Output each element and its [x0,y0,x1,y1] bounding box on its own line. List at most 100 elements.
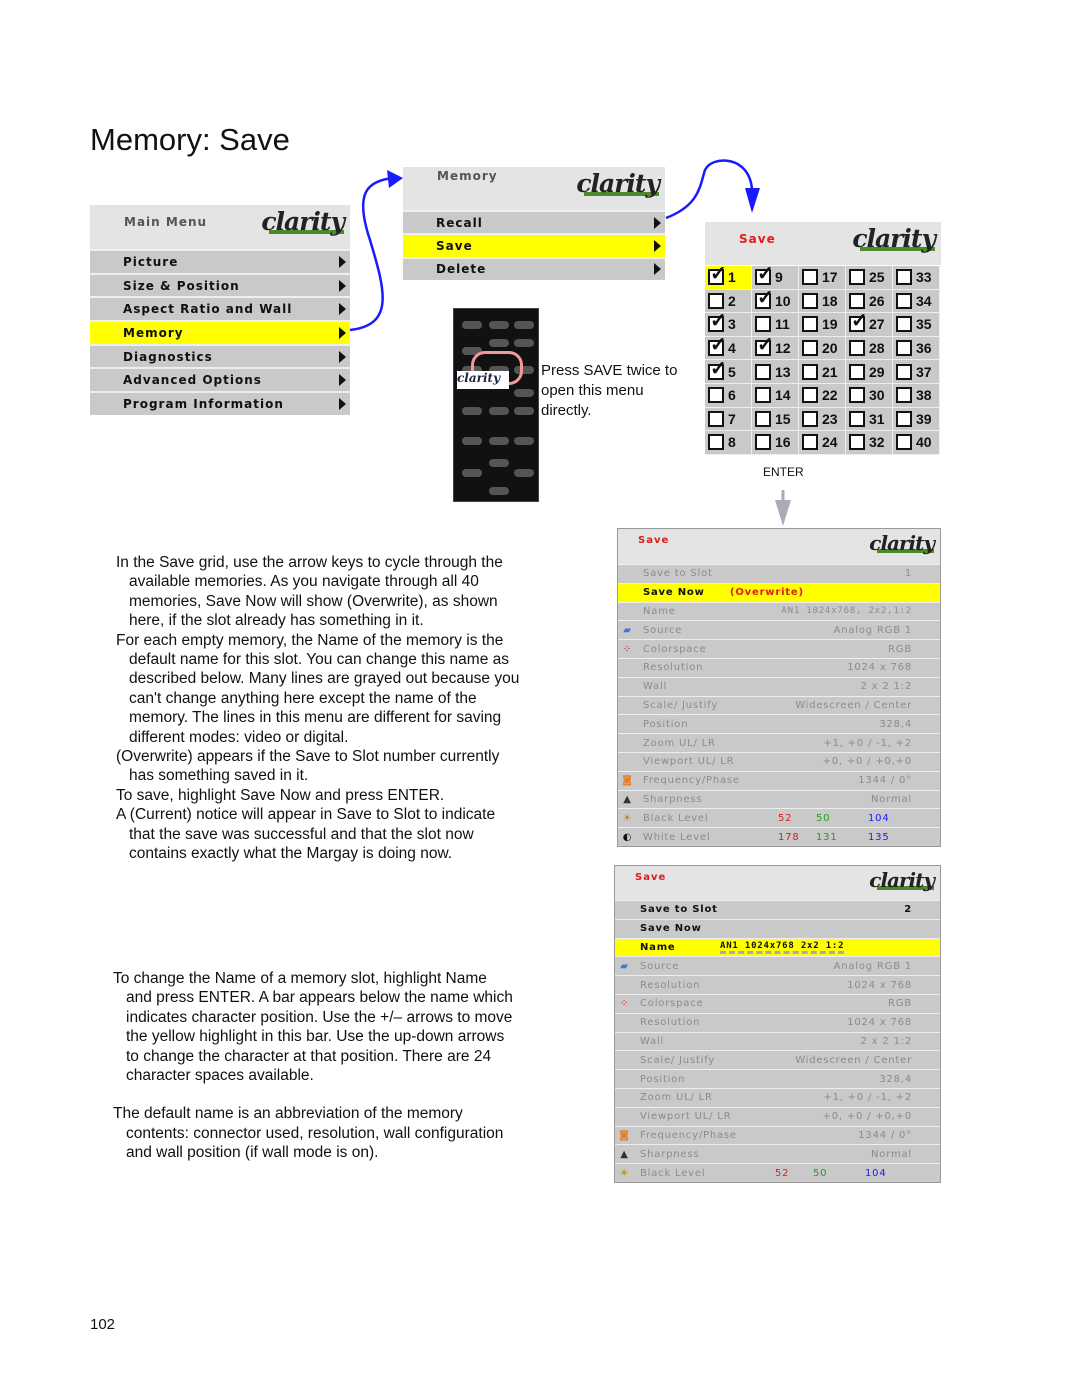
source-icon: ▰ [620,960,629,972]
empty-checkbox-icon [755,434,771,451]
menu-row-sharpness[interactable]: ▲ Sharpness Normal [615,1144,940,1163]
remote-control-image: clarity [453,308,539,502]
menu-row-source[interactable]: ▰ Source Analog RGB 1 [615,956,940,975]
save-slot-36[interactable]: 36 [893,336,940,361]
menu-row-resolution[interactable]: Resolution 1024 x 768 [615,1012,940,1032]
save-slot-38[interactable]: 38 [893,383,940,408]
sharpness-icon: ▲ [623,793,632,805]
save-slot-24[interactable]: 24 [799,431,846,455]
save-slot-10[interactable]: 10 [752,287,799,314]
menu-row-viewport-ul-lr[interactable]: Viewport UL/ LR +0, +0 / +0,+0 [618,751,940,771]
slot-number: 12 [775,340,791,357]
menu-row-frequency-phase[interactable]: ◙ Frequency/Phase 1344 / 0° [618,770,940,790]
row-label: Wall [640,1035,665,1047]
black-level-b: 104 [868,812,890,824]
save-slot-37[interactable]: 37 [893,360,940,384]
save-slot-25[interactable]: 25 [846,266,893,290]
menu-row-colorspace[interactable]: ⁘ Colorspace RGB [618,639,940,658]
menu-row-save-now[interactable]: Save Now [615,918,940,938]
empty-checkbox-icon [896,316,912,333]
menu-row-position[interactable]: Position 328,4 [618,714,940,733]
save-slot-34[interactable]: 34 [893,289,940,314]
save-slot-39[interactable]: 39 [893,407,940,432]
save-slot-20[interactable]: 20 [799,336,846,361]
empty-checkbox-icon [802,363,818,380]
save-slot-28[interactable]: 28 [846,336,893,361]
save-slot-15[interactable]: 15 [752,407,799,432]
remote-button [489,487,509,495]
menu-row-save-now[interactable]: Save Now (Overwrite) [618,582,940,602]
save-slot-33[interactable]: 33 [893,266,940,290]
row-value: RGB [888,643,912,655]
save-slot-22[interactable]: 22 [799,383,846,408]
save-slot-8[interactable]: 8 [705,431,752,455]
save-slot-31[interactable]: 31 [846,407,893,432]
menu-row-scale-justify[interactable]: Scale/ Justify Widescreen / Center [615,1050,940,1069]
row-label: Frequency/Phase [643,775,740,787]
menu-row-black-level[interactable]: ☀ Black Level 52 50 104 [615,1163,940,1182]
save-slot-14[interactable]: 14 [752,383,799,408]
menu-row-wall[interactable]: Wall 2 x 2 1:2 [615,1031,940,1051]
menu-row-position[interactable]: Position 328,4 [615,1069,940,1088]
paragraph: For each empty memory, the Name of the m… [116,631,520,746]
slot-number: 13 [775,363,791,380]
menu-row-resolution[interactable]: Resolution 1024 x 768 [615,975,940,994]
menu-row-wall[interactable]: Wall 2 x 2 1:2 [618,676,940,696]
slot-number: 9 [775,269,783,286]
save-slot-17[interactable]: 17 [799,266,846,290]
menu-row-viewport-ul-lr[interactable]: Viewport UL/ LR +0, +0 / +0,+0 [615,1106,940,1126]
save-menu-header: Save clarity [618,529,940,564]
save-slot-35[interactable]: 35 [893,313,940,337]
save-slot-27[interactable]: 27 [846,310,893,337]
save-slot-13[interactable]: 13 [752,360,799,384]
arrowhead [745,188,760,213]
menu-row-white-level[interactable]: ◐ White Level 178 131 135 [618,827,940,846]
save-slot-23[interactable]: 23 [799,407,846,432]
clarity-logo: clarity [457,371,509,389]
save-slot-6[interactable]: 6 [705,383,752,408]
menu-row-source[interactable]: ▰ Source Analog RGB 1 [618,620,940,639]
remote-button [462,437,482,445]
save-menu-name-edit: Save clarity Save to Slot 2 Save Now Name AN… [614,865,941,1183]
slot-number: 28 [869,340,885,357]
menu-row-scale-justify[interactable]: Scale/ Justify Widescreen / Center [618,695,940,715]
save-slot-32[interactable]: 32 [846,431,893,455]
menu-row-resolution[interactable]: Resolution 1024 x 768 [618,657,940,677]
slot-number: 37 [916,363,932,380]
menu-row-save-to-slot[interactable]: Save to Slot 2 [615,900,940,919]
save-slot-7[interactable]: 7 [705,407,752,432]
slot-number: 24 [822,434,838,451]
menu-row-black-level[interactable]: ☀ Black Level 52 50 104 [618,808,940,827]
save-slot-5[interactable]: 5 [705,358,752,384]
save-slot-16[interactable]: 16 [752,431,799,455]
menu-row-zoom-ul-lr[interactable]: Zoom UL/ LR +1, +0 / -1, +2 [615,1087,940,1107]
menu-row-name[interactable]: Name AN1 1024x768, 2x2,1:2 [618,601,940,621]
save-slot-1[interactable]: 1 [705,263,752,290]
menu-row-sharpness[interactable]: ▲ Sharpness Normal [618,789,940,809]
row-value: Analog RGB 1 [833,624,912,636]
menu-row-save-to-slot[interactable]: Save to Slot 1 [618,564,940,583]
save-slot-40[interactable]: 40 [893,431,940,455]
slot-number: 35 [916,316,932,333]
save-slot-19[interactable]: 19 [799,313,846,337]
slot-number: 16 [775,434,791,451]
save-slot-21[interactable]: 21 [799,360,846,384]
menu-row-colorspace[interactable]: ⁘ Colorspace RGB [615,993,940,1013]
slot-number: 7 [728,410,736,427]
clarity-logo: clarity [869,868,935,892]
black-level-g: 131 [816,831,838,843]
save-slot-29[interactable]: 29 [846,360,893,384]
row-label: Scale/ Justify [640,1054,716,1066]
frequency-icon: ◙ [622,775,633,787]
save-slot-30[interactable]: 30 [846,383,893,408]
save-slot-12[interactable]: 12 [752,334,799,361]
row-label: Black Level [643,812,709,824]
menu-row-zoom-ul-lr[interactable]: Zoom UL/ LR +1, +0 / -1, +2 [618,733,940,752]
row-label: Position [640,1073,686,1085]
empty-checkbox-icon [802,269,818,286]
menu-row-name[interactable]: Name AN1 1024x768 2x2 1:2 [615,937,940,957]
menu-row-frequency-phase[interactable]: ◙ Frequency/Phase 1344 / 0° [615,1125,940,1145]
empty-checkbox-icon [802,316,818,333]
row-value: 1344 / 0° [858,1129,912,1141]
save-slot-18[interactable]: 18 [799,289,846,314]
